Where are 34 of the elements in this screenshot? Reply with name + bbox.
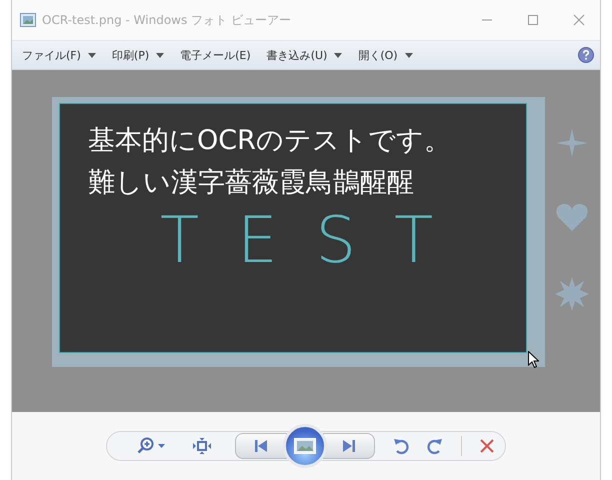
heart-icon (556, 203, 588, 231)
rotate-right-icon[interactable] (427, 437, 443, 455)
menu-item[interactable]: 電子メール(E) (174, 48, 257, 62)
previous-button[interactable] (235, 433, 287, 459)
help-icon[interactable] (578, 47, 594, 63)
mouse-cursor-icon (528, 351, 539, 368)
skip-forward-icon (343, 440, 355, 452)
fit-to-window-icon[interactable] (193, 438, 211, 454)
close-icon[interactable] (573, 14, 585, 26)
zoom-button[interactable] (137, 437, 165, 455)
handwritten-text: TEST (160, 209, 472, 274)
picture-icon (294, 438, 316, 454)
skip-back-icon (255, 440, 267, 452)
starburst-icon (555, 277, 589, 311)
caret-icon (158, 444, 165, 448)
caret-icon (404, 52, 413, 58)
zoom-in-icon (137, 437, 155, 455)
board-text: 基本的にOCRのテストです。 (88, 126, 452, 156)
menu-item[interactable]: 開く(O) (352, 48, 419, 62)
rotate-left-icon[interactable] (393, 437, 409, 455)
board-text: 難しい漢字薔薇霞鳥鵲醒醒 (88, 168, 415, 198)
menu-item[interactable]: 書き込み(U) (260, 48, 348, 62)
caret-icon (156, 52, 164, 58)
delete-icon[interactable] (480, 439, 494, 453)
window-title: OCR-test.png - Windows フォト ビューアー (42, 12, 291, 28)
menu-item[interactable]: 印刷(P) (106, 48, 170, 62)
caret-icon (334, 52, 342, 58)
slideshow-button[interactable] (283, 424, 327, 468)
caret-icon (88, 52, 96, 58)
menu-item[interactable]: ファイル(F) (16, 48, 102, 62)
picture-icon (20, 13, 36, 27)
next-button[interactable] (323, 433, 375, 459)
sparkle-icon (556, 129, 588, 157)
maximize-icon[interactable] (527, 14, 539, 26)
